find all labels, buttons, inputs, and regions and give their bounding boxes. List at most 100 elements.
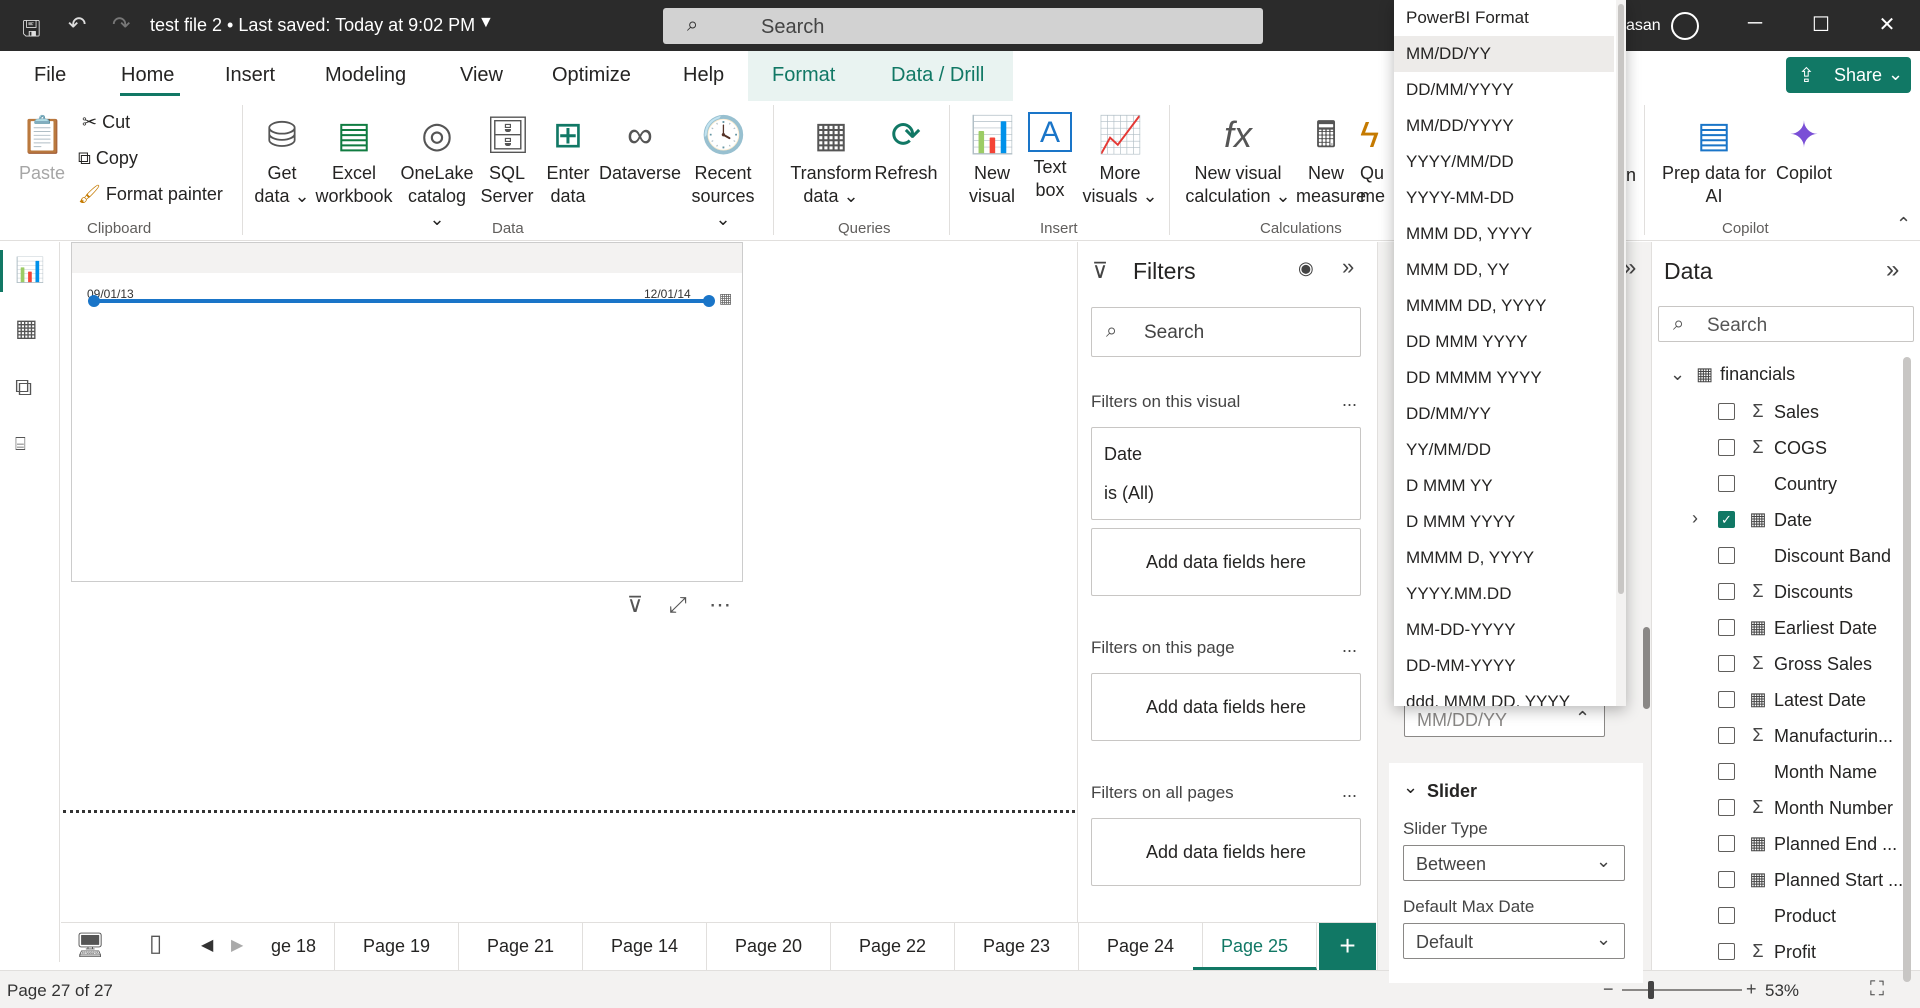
cut-button[interactable]: ✂ Cut	[82, 112, 130, 133]
page-tab[interactable]: ge 18	[253, 923, 335, 970]
get-data-button[interactable]: ⛁ Get data ⌄	[250, 112, 314, 208]
field-checkbox[interactable]	[1718, 763, 1735, 780]
share-button[interactable]: ⇪ Share ⌄	[1786, 57, 1911, 93]
data-pane-scrollbar[interactable]	[1903, 357, 1911, 982]
date-format-option[interactable]: YY/MM/DD	[1394, 432, 1614, 468]
field-checkbox[interactable]	[1718, 619, 1735, 636]
field-row[interactable]: Product	[1652, 898, 1914, 934]
save-icon[interactable]: 🖫	[22, 12, 41, 50]
mobile-layout-icon[interactable]: ▯	[149, 929, 162, 958]
table-financials[interactable]: ⌄ ▦ financials	[1670, 364, 1795, 385]
close-icon[interactable]: ✕	[1872, 12, 1902, 37]
slider-section-title[interactable]: Slider	[1427, 781, 1477, 802]
tab-file[interactable]: File	[34, 64, 66, 87]
format-painter-button[interactable]: 🖌 Format painter	[78, 184, 223, 205]
fit-to-page-icon[interactable]: ⛶	[1870, 978, 1884, 1001]
prev-page-icon[interactable]: ◀	[201, 935, 213, 955]
tab-format[interactable]: Format	[772, 64, 835, 87]
recent-sources-button[interactable]: 🕓 Recent sources ⌄	[686, 112, 760, 231]
page-tab[interactable]: Page 24	[1079, 923, 1203, 970]
refresh-button[interactable]: ⟳ Refresh	[874, 112, 938, 185]
date-format-option[interactable]: MM/DD/YY	[1394, 36, 1614, 72]
field-checkbox[interactable]	[1718, 871, 1735, 888]
page-tab[interactable]: Page 14	[583, 923, 707, 970]
date-format-option[interactable]: YYYY/MM/DD	[1394, 144, 1614, 180]
field-row[interactable]: ▦ Latest Date	[1652, 682, 1914, 718]
tab-optimize[interactable]: Optimize	[552, 64, 631, 87]
dax-query-view-icon[interactable]: ⌸	[15, 434, 26, 455]
maximize-icon[interactable]: ☐	[1806, 12, 1836, 37]
slicer-track[interactable]	[94, 299, 709, 303]
page-tab[interactable]: Page 22	[831, 923, 955, 970]
page-tab-active[interactable]: Page 25	[1193, 923, 1317, 970]
copilot-button[interactable]: ✦ Copilot	[1770, 112, 1838, 185]
field-checkbox[interactable]	[1718, 727, 1735, 744]
enter-data-button[interactable]: ⊞ Enter data	[540, 112, 596, 208]
tab-insert[interactable]: Insert	[225, 64, 275, 87]
more-options-icon[interactable]: ...	[1342, 390, 1357, 411]
field-row[interactable]: Country	[1652, 466, 1914, 502]
field-checkbox[interactable]	[1718, 655, 1735, 672]
sql-server-button[interactable]: 🗄 SQL Server	[480, 112, 534, 208]
more-visuals-button[interactable]: 📈 More visuals ⌄	[1080, 112, 1160, 208]
date-format-option[interactable]: MMM DD, YY	[1394, 252, 1614, 288]
next-page-icon[interactable]: ▶	[231, 935, 243, 955]
quick-measure-button[interactable]: ϟ Qu me	[1360, 112, 1394, 208]
tab-home[interactable]: Home	[121, 64, 174, 87]
tab-help[interactable]: Help	[683, 64, 724, 87]
calendar-icon[interactable]: ▦	[719, 290, 732, 307]
field-row[interactable]: Σ Sales	[1652, 394, 1914, 430]
date-format-option[interactable]: PowerBI Format	[1394, 0, 1614, 36]
field-row[interactable]: Σ Month Number	[1652, 790, 1914, 826]
field-row[interactable]: ▦ Planned Start ...	[1652, 862, 1914, 898]
zoom-slider-thumb[interactable]	[1648, 981, 1654, 999]
date-format-option[interactable]: MMMM D, YYYY	[1394, 540, 1614, 576]
more-options-icon[interactable]: ⋯	[709, 592, 731, 618]
field-row[interactable]: Σ Profit	[1652, 934, 1914, 970]
field-checkbox[interactable]	[1718, 691, 1735, 708]
chevron-down-icon[interactable]: ⌄	[1670, 364, 1685, 384]
filter-search-input[interactable]: ⌕ Search	[1091, 307, 1361, 357]
date-format-option[interactable]: DD/MM/YY	[1394, 396, 1614, 432]
avatar[interactable]	[1671, 12, 1699, 40]
focus-mode-icon[interactable]: ⤢	[669, 592, 687, 618]
eye-icon[interactable]: ◉	[1298, 258, 1314, 279]
date-format-option[interactable]: MMM DD, YYYY	[1394, 216, 1614, 252]
paste-button[interactable]: 📋 Paste	[16, 112, 68, 185]
date-format-option[interactable]: DD MMM YYYY	[1394, 324, 1614, 360]
field-checkbox[interactable]	[1718, 943, 1735, 960]
document-title[interactable]: test file 2 • Last saved: Today at 9:02 …	[150, 15, 475, 36]
field-checkbox[interactable]	[1718, 907, 1735, 924]
date-format-option[interactable]: DD/MM/YYYY	[1394, 72, 1614, 108]
slicer-end-handle[interactable]	[703, 295, 715, 307]
field-row[interactable]: Σ Manufacturin...	[1652, 718, 1914, 754]
date-format-option[interactable]: YYYY.MM.DD	[1394, 576, 1614, 612]
field-checkbox[interactable]	[1718, 475, 1735, 492]
slicer-start-handle[interactable]	[88, 295, 100, 307]
add-fields-page-drop-zone[interactable]: Add data fields here	[1091, 673, 1361, 741]
tab-modeling[interactable]: Modeling	[325, 64, 406, 87]
format-pane-scrollbar[interactable]	[1643, 627, 1650, 709]
date-format-dropdown[interactable]: MM/DD/YY ⌃	[1404, 701, 1605, 737]
undo-icon[interactable]: ↶	[68, 12, 86, 38]
chevron-down-icon[interactable]: ⌄	[1403, 777, 1418, 798]
global-search[interactable]: ⌕ Search	[663, 8, 1263, 44]
field-checkbox[interactable]	[1718, 799, 1735, 816]
date-filter-card[interactable]: Date is (All)	[1091, 427, 1361, 520]
tab-view[interactable]: View	[460, 64, 503, 87]
copy-button[interactable]: ⧉ Copy	[78, 148, 138, 169]
report-view-icon[interactable]: 📊	[15, 256, 45, 285]
new-visual-calculation-button[interactable]: fx New visual calculation ⌄	[1182, 112, 1294, 208]
date-format-option[interactable]: D MMM YY	[1394, 468, 1614, 504]
text-box-button[interactable]: A Text box	[1024, 112, 1076, 202]
model-view-icon[interactable]: ⧉	[15, 374, 32, 402]
field-row[interactable]: Σ Gross Sales	[1652, 646, 1914, 682]
collapse-pane-icon[interactable]: »	[1342, 254, 1354, 280]
date-format-option[interactable]: MMMM DD, YYYY	[1394, 288, 1614, 324]
page-tab[interactable]: Page 20	[707, 923, 831, 970]
field-row[interactable]: Σ COGS	[1652, 430, 1914, 466]
field-row[interactable]: Σ Discounts	[1652, 574, 1914, 610]
field-row[interactable]: › ✓ ▦ Date	[1652, 502, 1914, 538]
options-scrollbar-thumb[interactable]	[1618, 4, 1624, 594]
date-format-option[interactable]: DD MMMM YYYY	[1394, 360, 1614, 396]
